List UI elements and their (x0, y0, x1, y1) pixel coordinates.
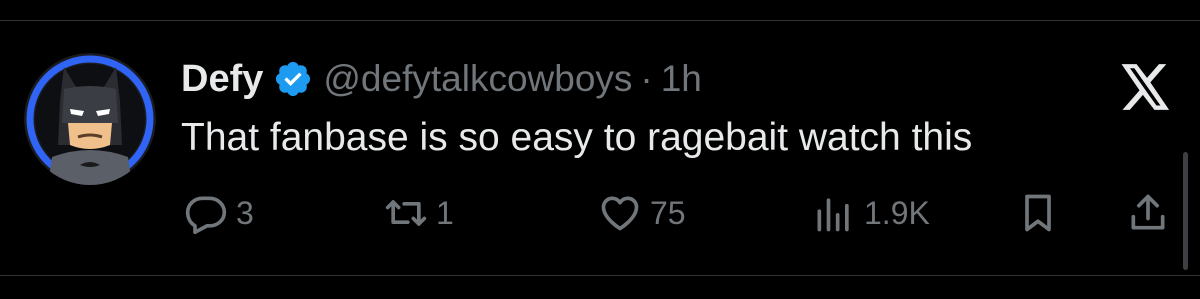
avatar[interactable] (24, 53, 156, 185)
like-button[interactable]: 75 (598, 190, 686, 236)
views-button[interactable]: 1.9K (812, 190, 930, 236)
reply-button[interactable]: 3 (184, 190, 254, 236)
tweet-header: Defy @defytalkcowboys · 1h (181, 55, 702, 103)
retweet-button[interactable]: 1 (384, 190, 454, 236)
reply-icon (185, 196, 227, 235)
retweet-icon (385, 200, 427, 226)
timestamp[interactable]: 1h (661, 58, 702, 100)
views-icon (817, 198, 849, 232)
user-handle[interactable]: @defytalkcowboys (323, 58, 632, 100)
bookmark-icon (1025, 194, 1051, 232)
display-name[interactable]: Defy (181, 58, 263, 101)
heart-icon (601, 196, 639, 231)
reply-count: 3 (236, 194, 254, 231)
tweet-text: That fanbase is so easy to ragebait watc… (181, 116, 973, 159)
share-button[interactable] (1126, 190, 1170, 236)
batman-avatar-image (24, 53, 156, 185)
top-divider (0, 20, 1200, 21)
share-icon (1131, 194, 1165, 230)
views-count: 1.9K (864, 194, 930, 231)
retweet-count: 1 (436, 194, 454, 231)
separator-dot: · (640, 58, 653, 99)
verified-badge-icon (276, 61, 311, 97)
like-count: 75 (650, 194, 686, 231)
scrollbar-thumb[interactable] (1183, 152, 1188, 270)
bookmark-button[interactable] (1016, 190, 1060, 236)
bottom-divider (0, 275, 1200, 276)
x-logo-icon[interactable] (1121, 64, 1171, 110)
